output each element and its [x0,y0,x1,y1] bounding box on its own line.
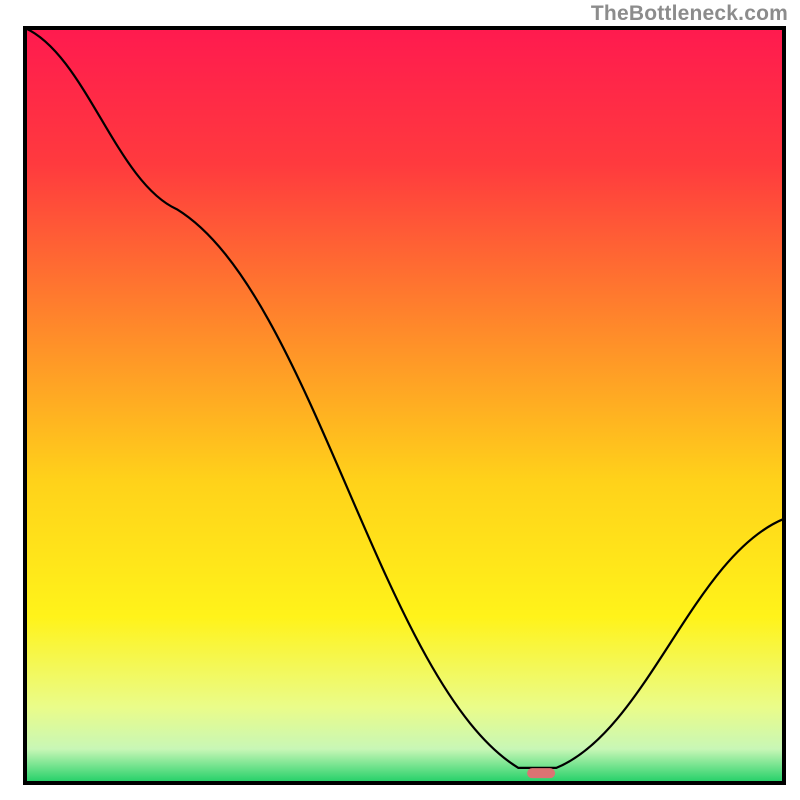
chart-container: TheBottleneck.com [0,0,800,800]
plot-background [25,28,784,783]
bottleneck-chart [0,0,800,800]
watermark-text: TheBottleneck.com [591,2,788,26]
optimal-marker [527,768,555,778]
